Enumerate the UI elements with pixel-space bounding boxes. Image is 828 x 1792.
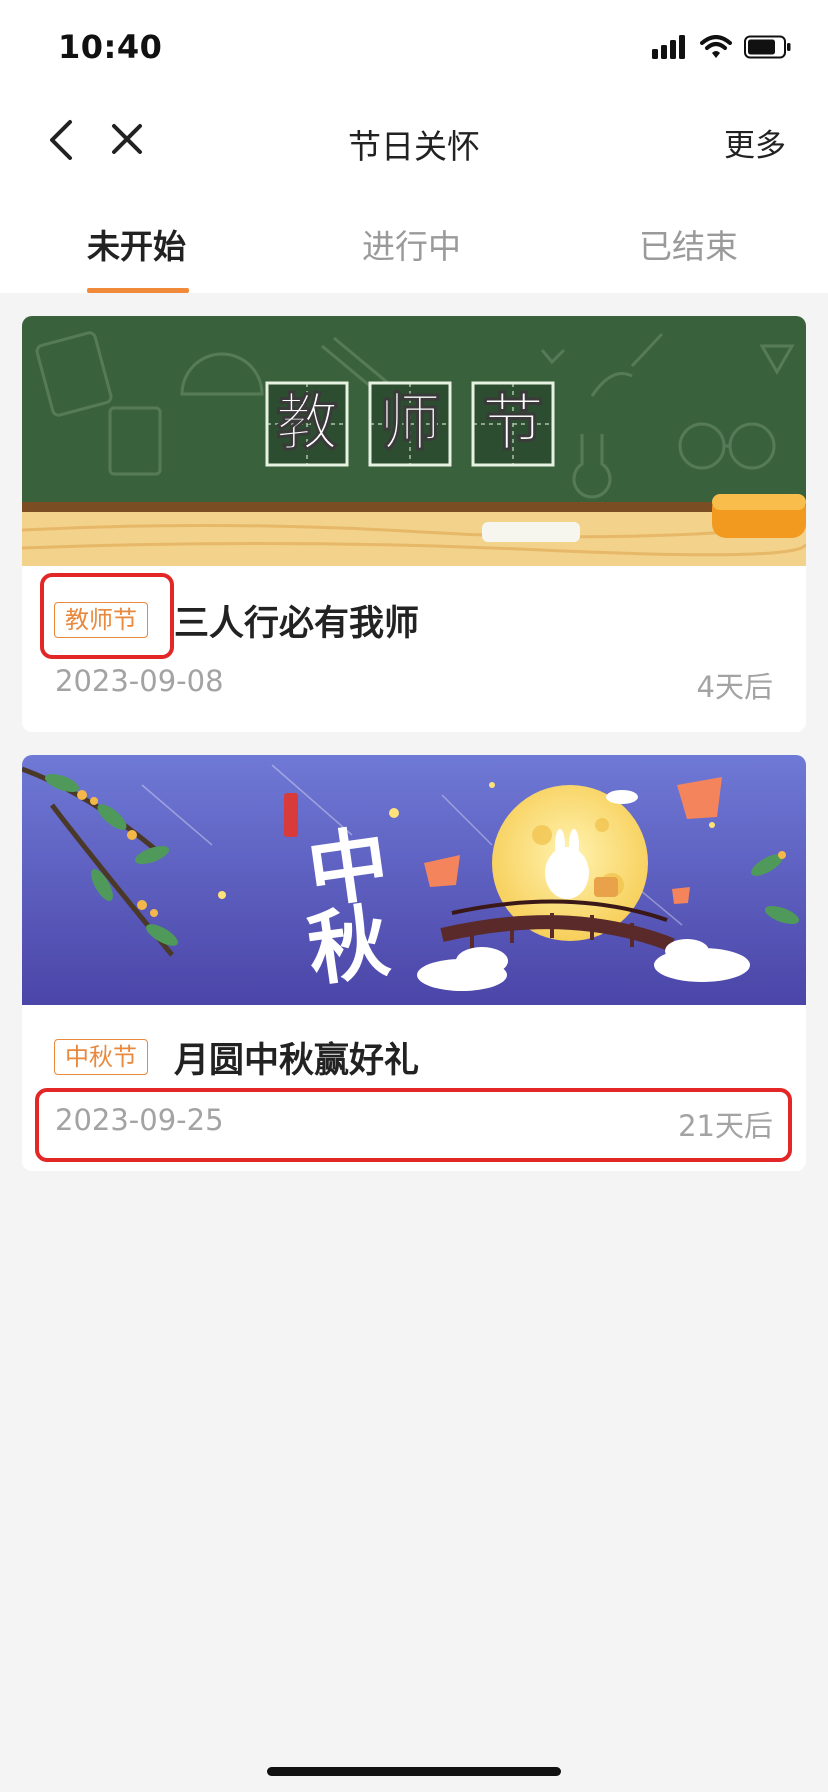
signal-icon [652,35,688,63]
more-button[interactable]: 更多 [724,120,786,165]
navigation-bar: 节日关怀 更多 [0,90,828,192]
home-indicator [267,1767,561,1776]
tab-ended[interactable]: 已结束 [639,220,738,268]
svg-text:秋: 秋 [302,893,394,997]
event-card-teachers-day[interactable]: 教 师 节 教师节 三人行必有我师 2023-09-08 4天后 [22,316,806,732]
wifi-icon [700,35,732,63]
card-banner-image: 教 师 节 [22,316,806,566]
highlight-box-date-row [35,1088,792,1162]
status-bar: 10:40 [0,0,828,90]
event-title: 月圆中秋赢好礼 [174,1041,420,1081]
tab-in-progress[interactable]: 进行中 [362,220,461,268]
card-banner-image: 中 秋 [22,755,806,1005]
event-countdown: 4天后 [696,670,773,704]
svg-text:师: 师 [379,386,441,459]
event-date: 2023-09-08 [55,664,224,698]
tab-not-started[interactable]: 未开始 [87,220,186,268]
tab-active-indicator [87,288,189,293]
svg-text:教: 教 [276,386,338,459]
status-icons [652,35,792,63]
page-title: 节日关怀 [348,127,480,166]
battery-icon [744,35,792,63]
tab-bar: 未开始 进行中 已结束 [0,192,828,293]
event-tag: 中秋节 [54,1039,148,1075]
highlight-box-tag [40,573,174,659]
event-title: 三人行必有我师 [174,604,420,644]
status-time: 10:40 [58,28,163,66]
svg-text:节: 节 [482,386,544,459]
